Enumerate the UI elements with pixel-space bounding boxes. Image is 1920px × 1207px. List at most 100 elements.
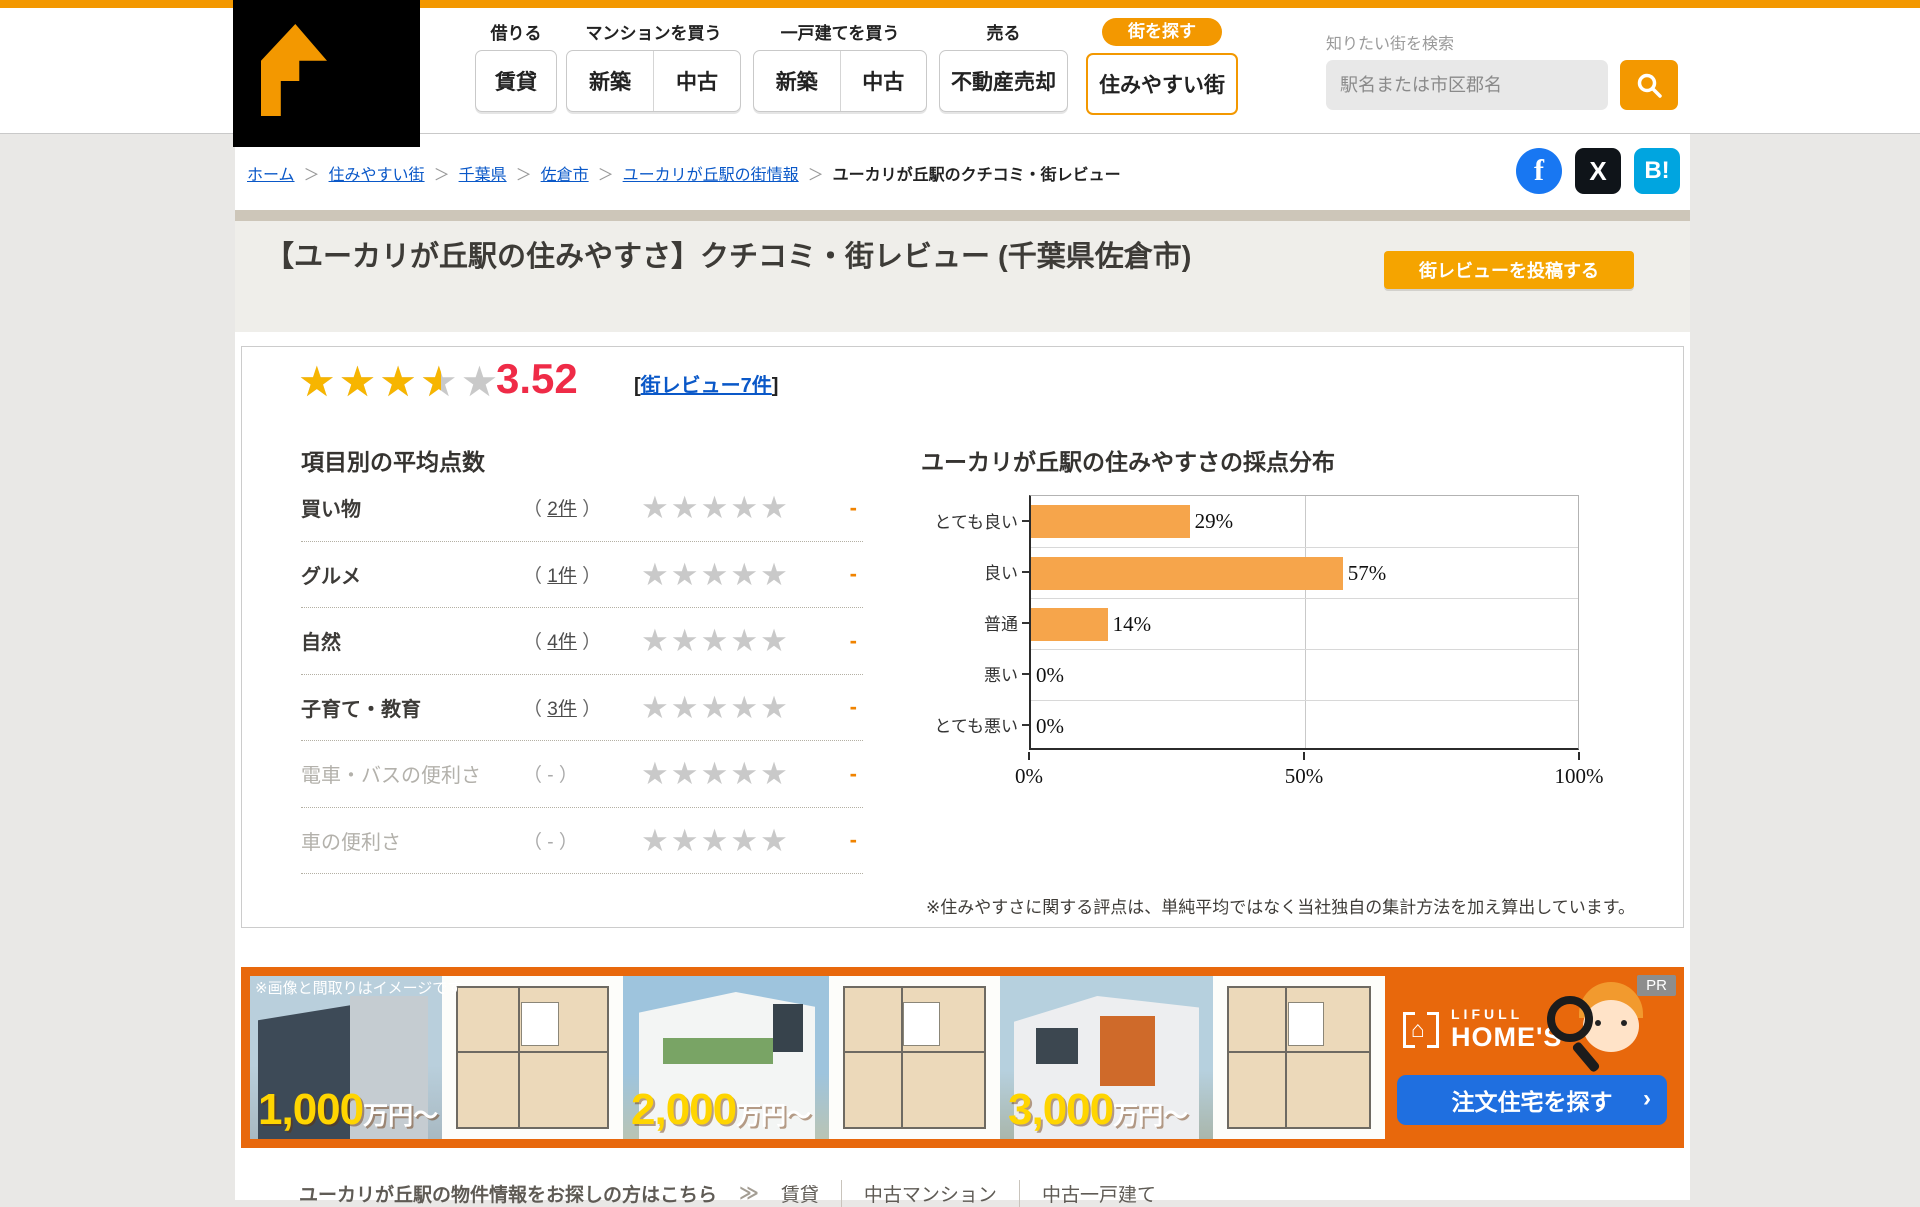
nav-button-house-new[interactable]: 新築 [754,51,840,111]
category-stars: ★★★★★ [641,825,790,856]
category-stars: ★★★★★ [641,758,790,789]
stars-filled: ★★★★★ [298,359,441,405]
chart-bar-row: 57% [1031,547,1578,598]
mascot-character [1541,982,1661,1082]
category-count-link[interactable]: 1件 [547,566,577,587]
footer-link-used-house[interactable]: 中古一戸建て [1019,1180,1178,1207]
floorplan-rooms [1227,986,1371,1129]
house-photo-3: 3,000万円〜 [1000,976,1213,1139]
facebook-share-icon[interactable]: f [1516,148,1562,194]
category-row-shopping: 買い物 （ 2件 ） ★★★★★ - [301,475,863,542]
paren: ） [582,632,601,653]
pr-badge: PR [1637,975,1676,996]
nav-group-buy-mansion: マンションを買う 新築 中古 [566,18,741,112]
category-count-link[interactable]: 4件 [547,632,577,653]
chart-category-label: 良い [921,546,1029,597]
cta-label: 注文住宅を探す [1452,1089,1613,1115]
x-tick-label: 50% [1285,764,1324,789]
building-accent [1100,1016,1155,1086]
nav-button-house-used[interactable]: 中古 [840,51,927,111]
category-label: 車の便利さ [301,826,523,855]
category-count-link[interactable]: 2件 [547,499,577,520]
hatena-bookmark-icon[interactable]: B! [1634,148,1680,194]
ad-banner[interactable]: ※画像と間取りはイメージです PR 1,000万円〜 2,000万円〜 3,00… [241,967,1684,1148]
chart-value-label: 29% [1195,509,1234,534]
floorplan-rooms [843,986,986,1129]
category-label: 子育て・教育 [301,693,523,722]
paren: （ [523,765,542,786]
chevron-right-icon: › [1643,1085,1651,1113]
x-tick-mark [1578,752,1580,760]
nav-button-mansion-new[interactable]: 新築 [567,51,653,111]
breadcrumb-station-info[interactable]: ユーカリが丘駅の街情報 [623,161,799,185]
x-share-icon[interactable]: X [1575,148,1621,194]
review-count-wrap: [街レビュー7件] [634,369,778,398]
breadcrumb-separator: ＞ [516,161,532,185]
chart-plot-area: 29% 57% 14% 0% 0% [1029,495,1579,750]
category-row-car: 車の便利さ （ - ） ★★★★★ - [301,808,863,875]
post-review-button[interactable]: 街レビューを投稿する [1384,251,1634,289]
x-tick-label: 0% [1015,764,1043,789]
breadcrumb-current: ユーカリが丘駅のクチコミ・街レビュー [833,161,1121,185]
nav-button-livable-town[interactable]: 住みやすい街 [1088,55,1236,113]
price-1: 1,000 [258,1085,363,1134]
house-icon: ⌂ [1403,1012,1439,1048]
breadcrumb-sakura-city[interactable]: 佐倉市 [541,161,589,185]
review-summary-box: ★★★★★ ★★★★★ 3.52 [街レビュー7件] 項目別の平均点数 買い物 … [241,346,1684,928]
breadcrumb-chiba[interactable]: 千葉県 [459,161,507,185]
house-photo-1: 1,000万円〜 [250,976,442,1139]
chart-value-label: 57% [1348,561,1387,586]
nav-group-buy-house: 一戸建てを買う 新築 中古 [753,18,927,112]
nav-group-town: 街を探す 住みやすい街 [1086,18,1238,115]
nav-button-sell[interactable]: 不動産売却 [940,51,1067,111]
floorplan-rooms [456,986,609,1129]
x-tick-mark [1028,752,1030,760]
category-count-link[interactable]: 3件 [547,699,577,720]
footer-link-used-mansion[interactable]: 中古マンション [841,1180,1019,1207]
paren: ） [582,499,601,520]
category-value: - [850,628,863,654]
paren: （ [523,699,542,720]
chart-bar-row: 29% [1031,496,1578,547]
nav-button-chintai[interactable]: 賃貸 [476,51,556,111]
search-custom-home-button[interactable]: 注文住宅を探す › [1397,1075,1667,1125]
banner-brand-area: ⌂ LIFULL HOME'S 注文住宅を探す › [1385,976,1675,1139]
review-count-link[interactable]: 街レビュー7件 [641,375,772,397]
banner-disclaimer: ※画像と間取りはイメージです [255,977,462,998]
chart-bar [1031,608,1108,641]
lifull-homes-logo[interactable] [233,0,420,147]
nav-button-mansion-used[interactable]: 中古 [653,51,740,111]
property-links-lead: ユーカリが丘駅の物件情報をお探しの方はこちら [299,1180,717,1207]
category-value: - [850,561,863,587]
floorplan-image-1 [442,976,623,1139]
x-tick-mark [1303,752,1305,760]
social-share-icons: f X B! [1516,148,1680,194]
window-shape [1036,1028,1078,1064]
chart-bar-row: 0% [1031,649,1578,700]
chart-value-label: 0% [1036,663,1064,688]
page-title: 【ユーカリが丘駅の住みやすさ】クチコミ・街レビュー (千葉県佐倉市) [265,235,1365,280]
floorplan-image-2 [829,976,1000,1139]
category-row-nature: 自然 （ 4件 ） ★★★★★ - [301,608,863,675]
nav-group-sell: 売る 不動産売却 [939,18,1068,112]
main-content: ホーム ＞ 住みやすい街 ＞ 千葉県 ＞ 佐倉市 ＞ ユーカリが丘駅の街情報 ＞… [235,133,1690,1200]
bracket-open: [ [634,375,641,397]
breadcrumb-separator: ＞ [304,161,320,185]
nav-label-sell: 売る [939,18,1068,50]
chart-bar-row: 14% [1031,598,1578,649]
chart-bar [1031,557,1343,590]
breadcrumb-livable-town[interactable]: 住みやすい街 [329,161,425,185]
town-search-input[interactable] [1326,60,1608,110]
category-count: - [547,765,553,786]
chart-category-label: 悪い [921,648,1029,699]
double-angle-icon: ≫ [739,1182,759,1205]
mascot-eye [1595,1020,1601,1026]
hedge-shape [663,1038,773,1064]
paren: ） [559,832,578,853]
breadcrumb-home[interactable]: ホーム [247,161,295,185]
chart-category-labels: とても良い 良い 普通 悪い とても悪い [921,495,1029,750]
footer-link-rent[interactable]: 賃貸 [781,1180,841,1207]
nav-label-buy-mansion: マンションを買う [566,18,741,50]
category-row-train-bus: 電車・バスの便利さ （ - ） ★★★★★ - [301,741,863,808]
search-button[interactable] [1620,60,1678,110]
